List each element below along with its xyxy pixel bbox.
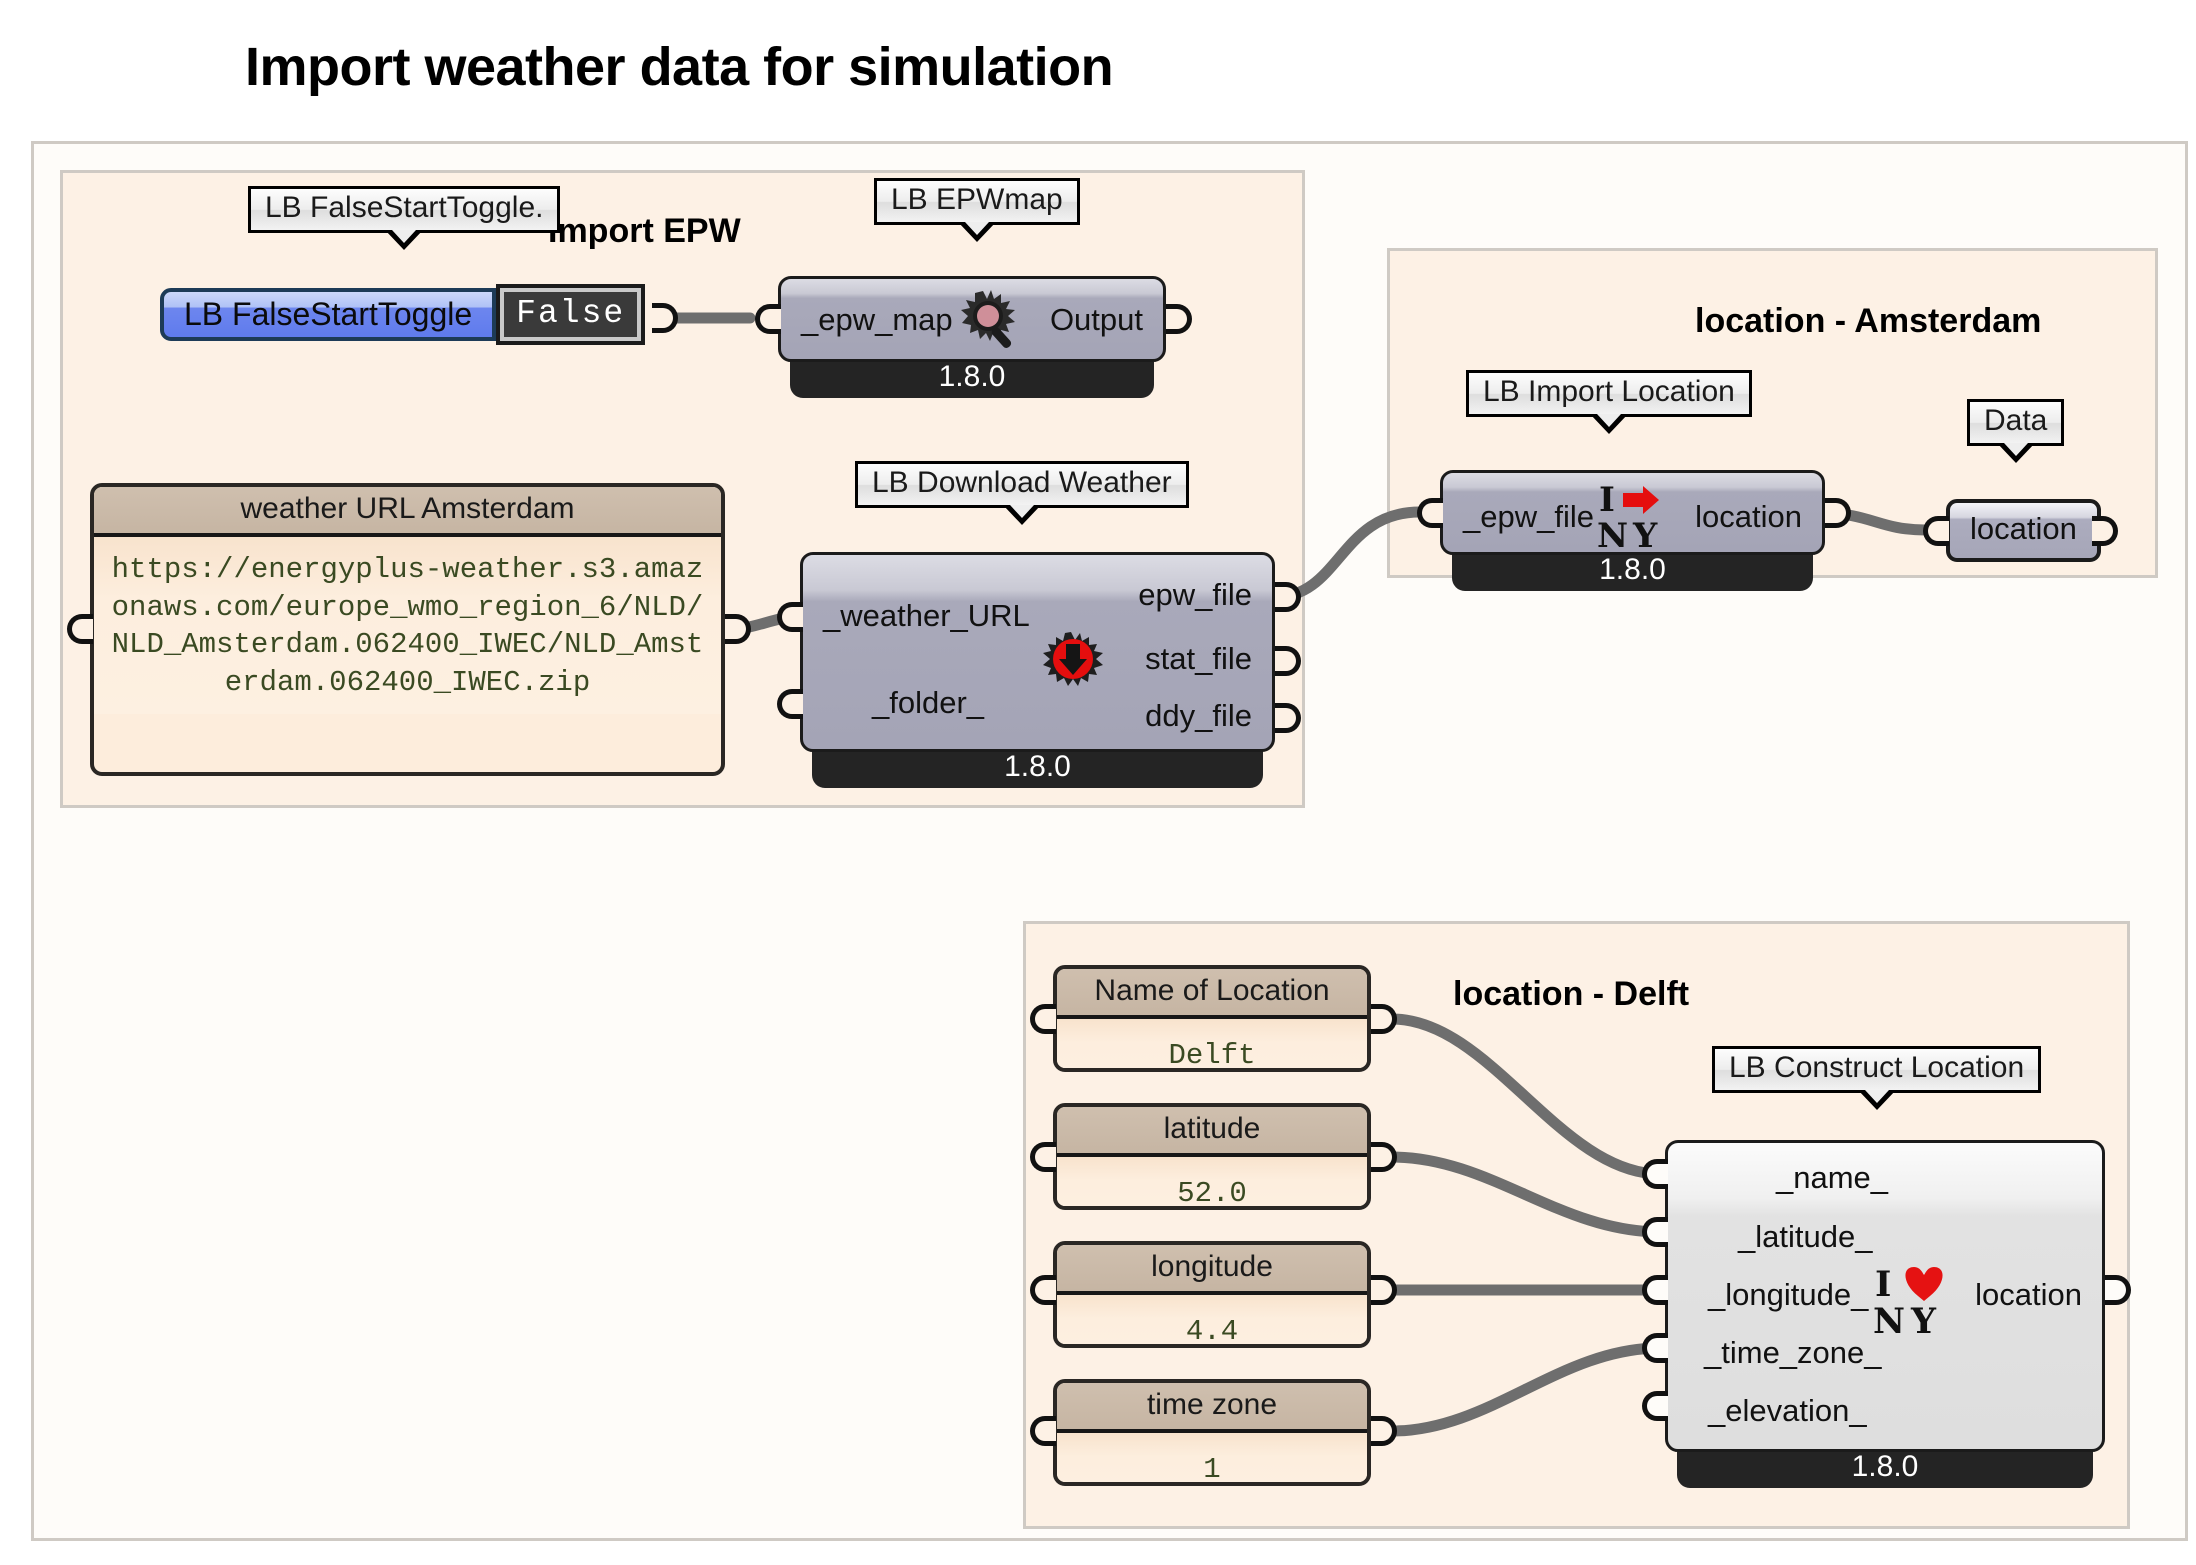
group-location-amsterdam-title: location - Amsterdam xyxy=(1695,302,2042,340)
callout-data: Data xyxy=(1967,399,2065,462)
panel-name-input-nub[interactable] xyxy=(1030,1004,1056,1034)
port-label-folder[interactable]: _folder_ xyxy=(872,685,984,721)
construct-location-in-timezone-nub[interactable] xyxy=(1642,1333,1668,1363)
callout-import-location: LB Import Location xyxy=(1466,370,1752,433)
group-location-delft-title: location - Delft xyxy=(1453,975,1690,1013)
panel-latitude-value[interactable]: 52.0 xyxy=(1057,1157,1367,1206)
panel-weather-url[interactable]: weather URL Amsterdam https://energyplus… xyxy=(90,483,725,776)
component-epwmap-body[interactable]: _epw_map Output xyxy=(778,276,1166,362)
component-epwmap[interactable]: _epw_map Output 1.8.0 xyxy=(778,276,1166,398)
i-heart-ny-icon: I N Y xyxy=(1872,1263,1948,1342)
callout-construct-location: LB Construct Location xyxy=(1712,1046,2042,1109)
construct-location-in-longitude-nub[interactable] xyxy=(1642,1275,1668,1305)
group-import-epw-title: Import EPW xyxy=(548,212,741,250)
download-arrow-icon xyxy=(1041,631,1105,695)
false-start-toggle-value[interactable]: False xyxy=(496,284,646,345)
panel-time-zone-input-nub[interactable] xyxy=(1030,1416,1056,1446)
callout-false-start-toggle: LB FalseStartToggle. xyxy=(248,186,561,249)
port-label-ddy-file[interactable]: ddy_file xyxy=(1145,698,1252,734)
panel-name-of-location-value[interactable]: Delft xyxy=(1057,1019,1367,1068)
port-label-epw-file-input[interactable]: _epw_file xyxy=(1463,499,1594,535)
component-import-location[interactable]: _epw_file location I N Y 1.8.0 xyxy=(1440,470,1825,591)
port-label-epw-file[interactable]: epw_file xyxy=(1138,577,1252,613)
param-location-input-nub[interactable] xyxy=(1923,516,1949,546)
magnifier-icon xyxy=(957,289,1021,355)
false-start-toggle[interactable]: LB FalseStartToggle False xyxy=(160,284,646,345)
panel-weather-url-input-nub[interactable] xyxy=(67,614,93,644)
port-label-weather-url[interactable]: _weather_URL xyxy=(823,598,1030,634)
component-download-weather-body[interactable]: _weather_URL _folder_ epw_file stat_file… xyxy=(800,552,1275,752)
construct-location-in-elevation-nub[interactable] xyxy=(1642,1391,1668,1421)
panel-weather-url-value[interactable]: https://energyplus-weather.s3.amazonaws.… xyxy=(94,537,721,714)
epwmap-input-nub[interactable] xyxy=(755,304,781,334)
panel-latitude-input-nub[interactable] xyxy=(1030,1142,1056,1172)
panel-longitude[interactable]: longitude 4.4 xyxy=(1053,1241,1371,1348)
import-location-input-nub[interactable] xyxy=(1417,498,1443,528)
panel-longitude-input-nub[interactable] xyxy=(1030,1275,1056,1305)
panel-weather-url-title: weather URL Amsterdam xyxy=(94,487,721,537)
panel-name-of-location[interactable]: Name of Location Delft xyxy=(1053,965,1371,1072)
panel-time-zone-value[interactable]: 1 xyxy=(1057,1433,1367,1482)
param-location[interactable]: location xyxy=(1946,499,2101,562)
panel-longitude-title: longitude xyxy=(1057,1245,1367,1295)
component-construct-location-body[interactable]: _name_ _latitude_ _longitude_ _time_zone… xyxy=(1665,1140,2105,1452)
svg-text:Y: Y xyxy=(1910,1301,1937,1337)
panel-latitude-title: latitude xyxy=(1057,1107,1367,1157)
svg-text:Y: Y xyxy=(1632,516,1658,551)
component-construct-location[interactable]: _name_ _latitude_ _longitude_ _time_zone… xyxy=(1665,1140,2105,1488)
callout-epwmap: LB EPWmap xyxy=(874,178,1080,241)
port-label-epw-map[interactable]: _epw_map xyxy=(801,302,953,338)
component-download-weather[interactable]: _weather_URL _folder_ epw_file stat_file… xyxy=(800,552,1275,788)
port-label-location-out[interactable]: location xyxy=(1975,1277,2082,1313)
panel-longitude-value[interactable]: 4.4 xyxy=(1057,1295,1367,1344)
construct-location-in-latitude-nub[interactable] xyxy=(1642,1217,1668,1247)
port-label-name[interactable]: _name_ xyxy=(1776,1160,1888,1196)
port-label-elevation[interactable]: _elevation_ xyxy=(1708,1393,1867,1429)
port-label-stat-file[interactable]: stat_file xyxy=(1145,641,1252,677)
component-import-location-body[interactable]: _epw_file location I N Y xyxy=(1440,470,1825,556)
panel-latitude[interactable]: latitude 52.0 xyxy=(1053,1103,1371,1210)
port-label-location-output[interactable]: location xyxy=(1695,499,1802,535)
download-weather-in-url-nub[interactable] xyxy=(777,602,803,632)
svg-text:N: N xyxy=(1597,516,1628,551)
construct-location-in-name-nub[interactable] xyxy=(1642,1159,1668,1189)
svg-text:I: I xyxy=(1599,480,1615,520)
download-weather-in-folder-nub[interactable] xyxy=(777,689,803,719)
port-label-time-zone[interactable]: _time_zone_ xyxy=(1704,1335,1882,1371)
page-title: Import weather data for simulation xyxy=(245,37,1114,97)
svg-text:N: N xyxy=(1873,1301,1905,1337)
port-label-longitude[interactable]: _longitude_ xyxy=(1708,1277,1868,1313)
panel-name-of-location-title: Name of Location xyxy=(1057,969,1367,1019)
panel-time-zone-title: time zone xyxy=(1057,1383,1367,1433)
panel-time-zone[interactable]: time zone 1 xyxy=(1053,1379,1371,1486)
i-arrow-ny-icon: I N Y xyxy=(1595,479,1669,556)
svg-text:I: I xyxy=(1875,1264,1891,1305)
false-start-toggle-label[interactable]: LB FalseStartToggle xyxy=(160,288,497,341)
port-label-latitude[interactable]: _latitude_ xyxy=(1738,1219,1872,1255)
port-label-output[interactable]: Output xyxy=(1050,302,1143,338)
callout-download-weather: LB Download Weather xyxy=(855,461,1189,524)
